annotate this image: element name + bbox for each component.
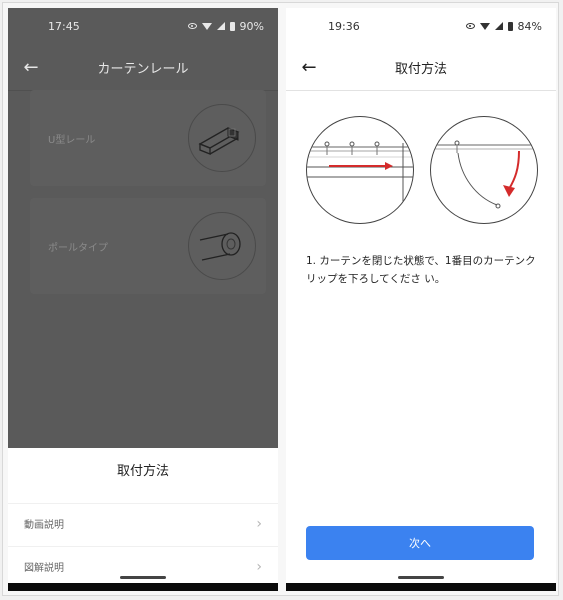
system-nav-bar (286, 576, 556, 591)
battery-icon (507, 21, 513, 31)
next-button[interactable]: 次へ (306, 526, 534, 560)
pole-rail-image (188, 212, 256, 280)
chevron-right-icon: › (256, 558, 262, 575)
wifi-icon (201, 22, 212, 30)
page-title: 取付方法 (394, 61, 447, 77)
item-label: 動画説明 (24, 520, 64, 531)
closed-curtain-illustration (306, 116, 414, 224)
illustration-row (306, 116, 538, 236)
eye-icon (187, 23, 197, 29)
instruction-text: 1. カーテンを閉じた状態で、1番目のカーテンクリップを下ろしてくださ い。 (306, 255, 536, 285)
chevron-right-icon: › (256, 515, 262, 532)
signal-icon (216, 22, 225, 30)
system-nav-bar (8, 576, 278, 591)
item-label: 図解説明 (24, 563, 64, 574)
eye-icon (465, 23, 475, 29)
left-phone-screen: 17:45 90% ← カーテンレール U型レール ポールタイプ 取付方法 動画… (8, 8, 278, 591)
sheet-title: 取付方法 (116, 464, 169, 479)
clip-lowering-illustration (430, 116, 538, 224)
battery-icon (229, 21, 235, 31)
video-explanation-item[interactable]: 動画説明 › (8, 503, 278, 543)
signal-icon (494, 22, 503, 30)
app-bar: ← 取付方法 (286, 44, 556, 91)
page-title: カーテンレール (97, 61, 189, 77)
status-time: 19:36 (328, 19, 360, 33)
home-indicator[interactable] (120, 576, 166, 579)
rail-option-pole-type[interactable]: ポールタイプ (30, 198, 266, 294)
home-indicator[interactable] (398, 576, 444, 579)
status-bar: 17:45 90% (8, 8, 278, 44)
battery-level: 84% (517, 19, 542, 33)
dimmed-background[interactable]: 17:45 90% ← カーテンレール U型レール ポールタイプ (8, 8, 278, 448)
back-arrow-icon[interactable]: ← (298, 56, 320, 78)
battery-level: 90% (239, 19, 264, 33)
status-bar: 19:36 84% (286, 8, 556, 44)
rail-option-u-type[interactable]: U型レール (30, 90, 266, 186)
rail-label: ポールタイプ (48, 242, 108, 254)
diagram-explanation-item[interactable]: 図解説明 › (8, 546, 278, 586)
right-phone-screen: 19:36 84% ← 取付方法 1. カーテンを閉じた状態で、1番目のカーテン… (286, 8, 556, 591)
app-bar: ← カーテンレール (8, 44, 278, 91)
wifi-icon (479, 22, 490, 30)
back-arrow-icon[interactable]: ← (20, 56, 42, 78)
u-rail-image (188, 104, 256, 172)
status-time: 17:45 (48, 19, 80, 33)
rail-label: U型レール (48, 134, 96, 146)
bottom-sheet: 取付方法 動画説明 › 図解説明 › (8, 448, 278, 591)
